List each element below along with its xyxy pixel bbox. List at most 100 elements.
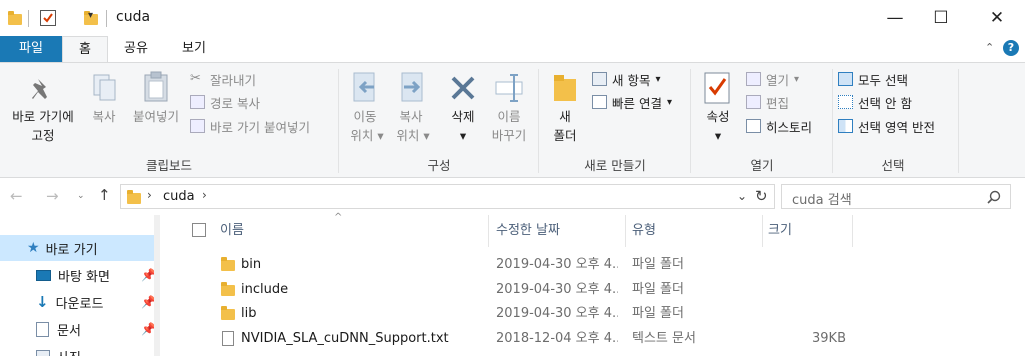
select-all-icon: [838, 72, 853, 86]
breadcrumb-cuda[interactable]: cuda: [163, 189, 195, 204]
column-divider[interactable]: [488, 215, 489, 247]
file-size: [768, 302, 846, 327]
paste-shortcut-icon: [190, 119, 205, 133]
copy-to-button[interactable]: 복사 위치 ▾: [390, 63, 436, 151]
close-button[interactable]: ✕: [974, 0, 1020, 36]
ribbon-collapse-icon[interactable]: ⌃: [985, 41, 994, 54]
delete-x-icon: [451, 76, 475, 100]
group-label-clipboard: 클립보드: [145, 158, 192, 173]
copy-label: 복사: [92, 109, 116, 124]
delete-button[interactable]: 삭제 ▾: [442, 63, 486, 151]
search-box[interactable]: cuda 검색: [781, 184, 1011, 209]
new-folder-label-2: 폴더: [553, 128, 577, 143]
nav-scrollbar[interactable]: [154, 215, 160, 356]
paste-button[interactable]: 붙여넣기: [126, 63, 184, 151]
new-folder-icon: [554, 75, 576, 101]
new-item-button[interactable]: 새 항목 ▾: [592, 68, 661, 90]
up-arrow-icon[interactable]: ↑: [98, 186, 111, 204]
edit-button[interactable]: 편집: [746, 91, 789, 113]
file-size: [768, 278, 846, 303]
tab-home[interactable]: 홈: [62, 36, 108, 63]
paste-shortcut-button[interactable]: 바로 가기 붙여넣기: [190, 115, 310, 137]
nav-item-pictures[interactable]: 사진: [0, 343, 158, 356]
folder-icon: [221, 257, 235, 271]
star-icon: ★: [27, 240, 40, 256]
file-row[interactable]: bin 2019-04-30 오후 4... 파일 폴더: [170, 253, 870, 278]
tab-file[interactable]: 파일: [0, 36, 62, 62]
column-divider[interactable]: [852, 215, 853, 247]
pin-icon: [32, 79, 47, 99]
copy-path-button[interactable]: 경로 복사: [190, 91, 260, 113]
file-modified: 2019-04-30 오후 4...: [496, 257, 618, 272]
tab-share[interactable]: 공유: [112, 36, 160, 62]
new-item-label: 새 항목: [612, 72, 651, 88]
file-row[interactable]: NVIDIA_SLA_cuDNN_Support.txt 2018-12-04 …: [170, 327, 870, 352]
column-header-modified[interactable]: 수정한 날짜: [496, 215, 616, 247]
back-arrow-icon[interactable]: ←: [10, 187, 23, 205]
recent-locations-icon[interactable]: ⌄: [77, 191, 85, 201]
delete-label: 삭제: [451, 109, 475, 124]
group-label-select: 선택: [881, 158, 905, 173]
move-to-button[interactable]: 이동 위치 ▾: [344, 63, 386, 151]
folder-icon: [221, 306, 235, 320]
nav-item-documents[interactable]: 문서 📌: [0, 316, 158, 342]
file-modified: 2018-12-04 오후 4...: [496, 331, 618, 346]
move-to-icon: [353, 72, 375, 102]
file-modified: 2019-04-30 오후 4...: [496, 282, 618, 297]
open-button[interactable]: 열기 ▾: [746, 68, 799, 90]
properties-qat-icon[interactable]: [40, 10, 56, 26]
minimize-button[interactable]: —: [872, 0, 918, 36]
nav-item-downloads[interactable]: ↓ 다운로드 📌: [0, 289, 158, 315]
column-header-size[interactable]: 크기: [768, 215, 848, 247]
title-bar: ▾ cuda — ☐ ✕: [0, 0, 1025, 36]
pin-to-quick-access-button[interactable]: 바로 가기에 고정: [0, 63, 84, 151]
breadcrumb-chevron-icon[interactable]: ›: [147, 188, 152, 202]
copy-to-label: 복사: [399, 109, 423, 124]
select-all-checkbox[interactable]: [192, 223, 206, 237]
nav-item-quick-access[interactable]: ★ 바로 가기: [0, 235, 158, 261]
breadcrumb-chevron-icon[interactable]: ›: [202, 188, 207, 202]
refresh-icon[interactable]: ↻: [755, 187, 768, 205]
file-size: 39KB: [812, 331, 846, 346]
file-row[interactable]: lib 2019-04-30 오후 4... 파일 폴더: [170, 302, 870, 327]
easy-access-button[interactable]: 빠른 연결 ▾: [592, 91, 672, 113]
select-none-button[interactable]: 선택 안 함: [838, 91, 912, 113]
properties-dropdown-icon[interactable]: ▾: [696, 127, 740, 145]
text-file-icon: [222, 331, 234, 346]
help-icon[interactable]: ?: [1003, 40, 1019, 56]
cut-button[interactable]: ✂ 잘라내기: [190, 68, 256, 90]
group-label-organize: 구성: [427, 158, 451, 173]
select-none-label: 선택 안 함: [858, 95, 912, 111]
column-header-type[interactable]: 유형: [632, 215, 752, 247]
rename-button[interactable]: 이름 바꾸기: [486, 63, 532, 151]
ribbon: 바로 가기에 고정 복사 붙여넣기 ✂ 잘라내기 경로 복사 바로 가기 붙여넣…: [0, 62, 1025, 178]
column-divider[interactable]: [762, 215, 763, 247]
download-arrow-icon: ↓: [36, 293, 49, 311]
file-name: include: [241, 282, 289, 297]
address-dropdown-icon[interactable]: ⌄: [737, 189, 747, 203]
select-all-button[interactable]: 모두 선택: [838, 68, 908, 90]
new-folder-button[interactable]: 새 폴더: [544, 63, 586, 151]
tab-view[interactable]: 보기: [168, 36, 220, 62]
easy-access-label: 빠른 연결: [612, 95, 662, 111]
forward-arrow-icon[interactable]: →: [46, 187, 59, 205]
invert-selection-button[interactable]: 선택 영역 반전: [838, 115, 935, 137]
address-bar[interactable]: › cuda › ⌄ ↻: [120, 184, 775, 209]
properties-button[interactable]: 속성 ▾: [696, 63, 740, 151]
copy-button[interactable]: 복사: [86, 63, 122, 151]
delete-dropdown-icon[interactable]: ▾: [442, 127, 484, 145]
file-modified: 2019-04-30 오후 4...: [496, 306, 618, 321]
file-row[interactable]: include 2019-04-30 오후 4... 파일 폴더: [170, 278, 870, 303]
column-divider[interactable]: [625, 215, 626, 247]
column-header-name[interactable]: 이름: [220, 215, 480, 247]
qat-dropdown-icon[interactable]: ▾: [88, 10, 93, 21]
edit-label: 편집: [766, 95, 790, 111]
easy-access-icon: [592, 95, 607, 109]
pictures-icon: [36, 350, 50, 356]
history-button[interactable]: 히스토리: [746, 115, 812, 137]
group-label-new: 새로 만들기: [584, 158, 646, 173]
nav-item-desktop[interactable]: 바탕 화면 📌: [0, 262, 158, 288]
cut-label: 잘라내기: [210, 72, 257, 88]
maximize-button[interactable]: ☐: [918, 0, 964, 36]
properties-icon: [704, 72, 730, 104]
